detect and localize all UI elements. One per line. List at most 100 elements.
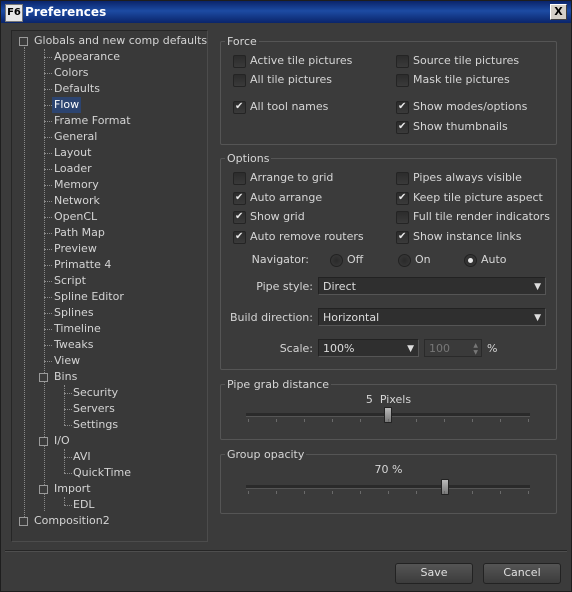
checkbox-box xyxy=(396,211,409,224)
checkbox-box xyxy=(396,55,409,68)
slider-tick xyxy=(360,419,361,422)
force-legend: Force xyxy=(225,35,259,48)
tree-item-network[interactable]: Network xyxy=(54,193,100,209)
tree-item-spline-editor[interactable]: Spline Editor xyxy=(54,289,124,305)
chevron-down-icon: ▼ xyxy=(534,313,541,323)
spin-down-icon[interactable]: ▼ xyxy=(473,349,478,356)
expand-io-icon[interactable] xyxy=(39,437,48,446)
tree-item-io[interactable]: I/O xyxy=(54,433,70,449)
slider-tick xyxy=(500,419,501,422)
expand-bins-icon[interactable] xyxy=(39,373,48,382)
tree-item-quicktime[interactable]: QuickTime xyxy=(73,465,131,481)
tree-item-avi[interactable]: AVI xyxy=(73,449,91,465)
tree-item-settings[interactable]: Settings xyxy=(73,417,118,433)
tree-item-script[interactable]: Script xyxy=(54,273,86,289)
slider-tick xyxy=(472,491,473,494)
tree-item-bins[interactable]: Bins xyxy=(54,369,77,385)
group-opacity-group: Group opacity 70 % xyxy=(220,448,557,514)
tree-item-defaults[interactable]: Defaults xyxy=(54,81,100,97)
slider-tick xyxy=(416,419,417,422)
force-group: Force Active tile pictures Source tile p… xyxy=(220,35,557,145)
slider-tick xyxy=(248,419,249,422)
slider-tick xyxy=(360,491,361,494)
slider-tick xyxy=(388,419,389,422)
group-opacity-track[interactable] xyxy=(246,485,530,489)
slider-tick xyxy=(444,491,445,494)
tree-item-splines[interactable]: Splines xyxy=(54,305,94,321)
slider-tick xyxy=(332,419,333,422)
tree-item-servers[interactable]: Servers xyxy=(73,401,115,417)
group-opacity-legend: Group opacity xyxy=(225,448,307,461)
spin-up-icon[interactable]: ▲ xyxy=(473,342,478,349)
check-icon xyxy=(396,191,409,205)
cancel-button[interactable]: Cancel xyxy=(483,563,561,584)
tree-item-frame-format[interactable]: Frame Format xyxy=(54,113,131,129)
pipe-grab-value: 5 Pixels xyxy=(365,393,412,406)
tree-item-tweaks[interactable]: Tweaks xyxy=(54,337,94,353)
tree-item-path-map[interactable]: Path Map xyxy=(54,225,105,241)
tree-item-view[interactable]: View xyxy=(54,353,80,369)
title-bar: F6 Preferences X xyxy=(1,1,571,23)
group-opacity-value: 70 % xyxy=(374,463,403,476)
chevron-down-icon: ▼ xyxy=(407,344,414,354)
scale-unit: % xyxy=(487,342,498,355)
tree-item-primatte[interactable]: Primatte 4 xyxy=(54,257,111,273)
slider-tick xyxy=(388,491,389,494)
slider-tick xyxy=(444,419,445,422)
slider-tick xyxy=(472,419,473,422)
window-title: Preferences xyxy=(25,5,107,19)
check-icon xyxy=(233,210,246,224)
scale-select[interactable]: 100% ▼ xyxy=(318,339,419,357)
slider-tick xyxy=(304,491,305,494)
tree-item-appearance[interactable]: Appearance xyxy=(54,49,120,65)
tree-item-timeline[interactable]: Timeline xyxy=(54,321,101,337)
radio-icon xyxy=(398,254,411,267)
chevron-down-icon: ▼ xyxy=(534,282,541,292)
app-icon: F6 xyxy=(5,4,23,22)
checkbox-box xyxy=(396,74,409,87)
radio-selected-icon xyxy=(464,254,477,267)
slider-tick xyxy=(248,491,249,494)
tree-item-colors[interactable]: Colors xyxy=(54,65,88,81)
expand-root-icon[interactable] xyxy=(19,37,28,46)
check-icon xyxy=(396,230,409,244)
expand-comp2-icon[interactable] xyxy=(19,517,28,526)
slider-tick xyxy=(276,419,277,422)
tree-item-flow[interactable]: Flow xyxy=(52,97,82,113)
checkbox-box xyxy=(233,74,246,87)
build-direction-label: Build direction: xyxy=(229,311,313,324)
check-icon xyxy=(396,120,409,134)
tree-item-opencl[interactable]: OpenCL xyxy=(54,209,97,225)
check-icon xyxy=(233,100,246,114)
close-button[interactable]: X xyxy=(550,4,567,20)
scale-label: Scale: xyxy=(279,342,313,355)
tree-item-edl[interactable]: EDL xyxy=(73,497,95,513)
tree-item-general[interactable]: General xyxy=(54,129,97,145)
options-legend: Options xyxy=(225,152,272,165)
checkbox-box xyxy=(396,172,409,185)
preferences-tree[interactable]: Globals and new comp defaults Appearance… xyxy=(11,30,208,542)
pipe-style-select[interactable]: Direct ▼ xyxy=(318,277,546,295)
save-button[interactable]: Save xyxy=(395,563,473,584)
expand-import-icon[interactable] xyxy=(39,485,48,494)
check-icon xyxy=(396,100,409,114)
tree-item-globals[interactable]: Globals and new comp defaults xyxy=(34,33,207,49)
tree-item-composition2[interactable]: Composition2 xyxy=(34,513,110,529)
tree-item-loader[interactable]: Loader xyxy=(54,161,92,177)
tree-item-preview[interactable]: Preview xyxy=(54,241,97,257)
slider-tick xyxy=(528,419,529,422)
check-icon xyxy=(233,230,246,244)
pipe-grab-legend: Pipe grab distance xyxy=(225,378,332,391)
tree-item-security[interactable]: Security xyxy=(73,385,118,401)
slider-tick xyxy=(276,491,277,494)
slider-tick xyxy=(416,491,417,494)
slider-tick xyxy=(528,491,529,494)
tree-item-import[interactable]: Import xyxy=(54,481,91,497)
build-direction-select[interactable]: Horizontal ▼ xyxy=(318,308,546,326)
checkbox-box xyxy=(233,55,246,68)
tree-item-memory[interactable]: Memory xyxy=(54,177,99,193)
tree-item-layout[interactable]: Layout xyxy=(54,145,91,161)
slider-tick xyxy=(500,491,501,494)
scale-spinbox[interactable]: 100 ▲ ▼ xyxy=(424,339,482,357)
navigator-label: Navigator: xyxy=(251,253,309,266)
